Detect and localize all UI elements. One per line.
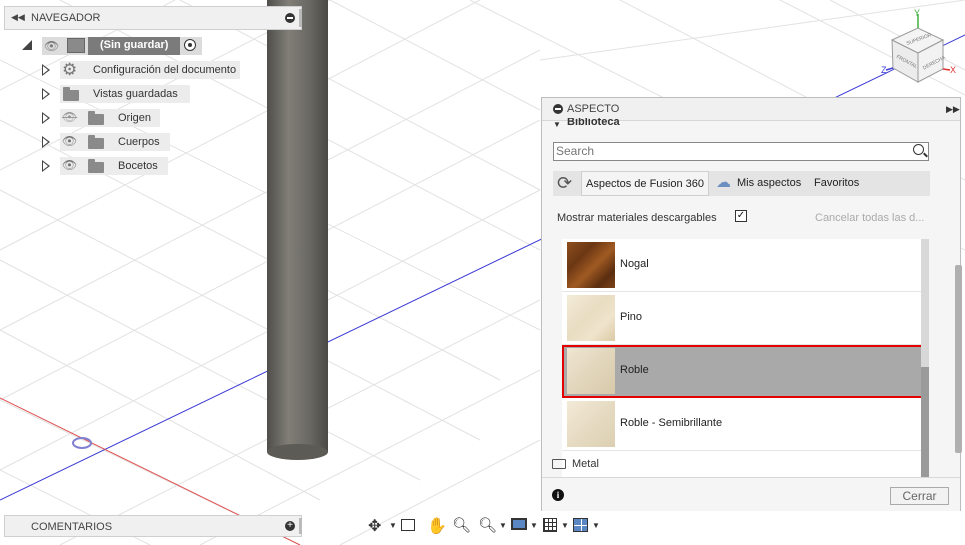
comments-title: COMENTARIOS: [31, 521, 113, 533]
material-label: Roble - Semibrillante: [620, 417, 723, 429]
dropdown-arrow-icon[interactable]: ▼: [389, 521, 397, 541]
tab-fusion-appearances[interactable]: Aspectos de Fusion 360: [581, 171, 709, 196]
folder-outline-icon: [552, 459, 566, 469]
material-item[interactable]: Roble - Semibrillante: [562, 398, 924, 451]
folder-icon: [88, 111, 104, 125]
navigator-header[interactable]: ◀◀ NAVEGADOR: [4, 6, 302, 30]
expand-triangle-icon[interactable]: [42, 64, 50, 76]
orbit-icon[interactable]: ✥: [368, 516, 381, 536]
library-tabs: ⟳ Aspectos de Fusion 360 ☁ Mis aspectos …: [553, 171, 930, 196]
viewport-edge-scroll[interactable]: [955, 265, 962, 453]
tab-my-appearances[interactable]: Mis aspectos: [737, 171, 807, 196]
folder-icon: [88, 135, 104, 149]
materials-list: Nogal Pino Roble Roble - Semibrillante M…: [552, 239, 924, 477]
section-collapse-icon[interactable]: ▼: [553, 120, 561, 129]
expand-right-icon[interactable]: ▶▶: [946, 104, 960, 115]
eye-icon[interactable]: 👁: [62, 134, 77, 148]
viewcube-axis-y: Y: [914, 8, 920, 18]
comments-header[interactable]: COMENTARIOS +: [4, 515, 302, 537]
show-downloadable-checkbox[interactable]: ✓: [735, 210, 747, 222]
materials-scrollbar[interactable]: [921, 239, 929, 477]
navigator-item-label: Vistas guardadas: [93, 88, 178, 100]
folder-icon: [63, 87, 79, 101]
appearance-title: ASPECTO: [567, 103, 620, 115]
close-button[interactable]: Cerrar: [890, 487, 949, 505]
component-icon: [67, 38, 85, 53]
tab-favorites[interactable]: Favoritos: [814, 171, 864, 196]
eye-icon[interactable]: 👁: [44, 39, 59, 53]
display-settings-icon[interactable]: [511, 518, 527, 530]
expand-triangle-icon[interactable]: [42, 160, 50, 172]
eye-icon[interactable]: 👁: [62, 158, 77, 172]
look-at-icon[interactable]: [401, 519, 415, 531]
navigator-item-label: Bocetos: [118, 160, 158, 172]
root-label: (Sin guardar): [100, 39, 169, 51]
dropdown-arrow-icon[interactable]: ▼: [592, 521, 600, 541]
scrollbar-thumb[interactable]: [921, 367, 929, 477]
comments-add-icon[interactable]: +: [285, 521, 295, 531]
grid-settings-icon[interactable]: [543, 518, 557, 532]
navigator-root[interactable]: 👁 (Sin guardar): [20, 36, 210, 56]
expand-triangle-icon[interactable]: [42, 112, 50, 124]
folder-icon: [88, 159, 104, 173]
dropdown-arrow-icon[interactable]: ▼: [561, 521, 569, 541]
navigator-item-saved-views[interactable]: Vistas guardadas: [40, 84, 200, 104]
cancel-all-downloads-link[interactable]: Cancelar todas las d...: [815, 212, 924, 224]
search-field[interactable]: [553, 142, 929, 161]
appearance-panel: ASPECTO ▶▶ ▼ Biblioteca ⟳ Aspectos de Fu…: [541, 97, 961, 511]
comments-resize-handle[interactable]: [299, 518, 302, 534]
navigator-item-bodies[interactable]: 👁 Cuerpos: [40, 132, 180, 152]
navigator-title: NAVEGADOR: [31, 12, 101, 24]
folder-row-metal[interactable]: Metal: [552, 451, 924, 477]
oak-swatch-icon: [567, 348, 615, 394]
navigator-item-label: Origen: [118, 112, 152, 124]
viewports-icon[interactable]: [573, 518, 588, 532]
material-label: Roble: [620, 364, 649, 376]
zoom-icon[interactable]: 🔍︎: [452, 516, 471, 536]
material-label: Pino: [620, 311, 643, 323]
appearance-footer: i Cerrar: [542, 477, 960, 511]
info-icon[interactable]: i: [552, 489, 564, 501]
material-item-selected[interactable]: Roble: [562, 345, 924, 398]
section-title[interactable]: Biblioteca: [567, 118, 620, 127]
cloud-icon: ☁: [716, 174, 731, 191]
oak-semigloss-swatch-icon: [567, 401, 615, 447]
navigator-item-config[interactable]: ⚙ Configuración del documento: [40, 60, 250, 80]
fit-icon[interactable]: 🔍︎: [478, 516, 497, 536]
pine-swatch-icon: [567, 295, 615, 341]
expand-triangle-icon[interactable]: [42, 136, 50, 148]
material-label: Nogal: [620, 258, 649, 270]
navigator-item-origin[interactable]: 👁 Origen: [40, 108, 170, 128]
viewcube-axis-z: Z: [881, 65, 887, 75]
navigator-minimize-icon[interactable]: [285, 13, 295, 23]
collapse-left-icon[interactable]: ◀◀: [11, 12, 25, 23]
dropdown-arrow-icon[interactable]: ▼: [499, 521, 507, 541]
walnut-swatch-icon: [567, 242, 615, 288]
navigator-item-label: Configuración del documento: [93, 64, 237, 76]
pan-hand-icon[interactable]: ✋: [427, 516, 447, 536]
navigator-item-label: Cuerpos: [118, 136, 160, 148]
material-item[interactable]: Nogal: [562, 239, 924, 292]
expand-triangle-icon[interactable]: [42, 88, 50, 100]
navigator-item-sketches[interactable]: 👁 Bocetos: [40, 156, 180, 176]
dropdown-arrow-icon[interactable]: ▼: [530, 521, 538, 541]
refresh-icon[interactable]: ⟳: [557, 172, 572, 194]
search-input[interactable]: [554, 143, 898, 159]
navigator-resize-handle[interactable]: [299, 9, 302, 27]
material-item[interactable]: Pino: [562, 292, 924, 345]
viewcube-axis-x: X: [950, 65, 956, 75]
show-downloadable-label: Mostrar materiales descargables: [557, 212, 717, 224]
eye-hidden-icon[interactable]: 👁: [62, 110, 77, 124]
folder-label: Metal: [572, 458, 599, 470]
activate-radio-icon[interactable]: [184, 39, 196, 51]
collapse-triangle-icon[interactable]: [22, 40, 32, 50]
appearance-minimize-icon[interactable]: [553, 104, 563, 114]
gear-icon: ⚙: [62, 60, 78, 79]
cylinder-body[interactable]: [267, 0, 328, 460]
